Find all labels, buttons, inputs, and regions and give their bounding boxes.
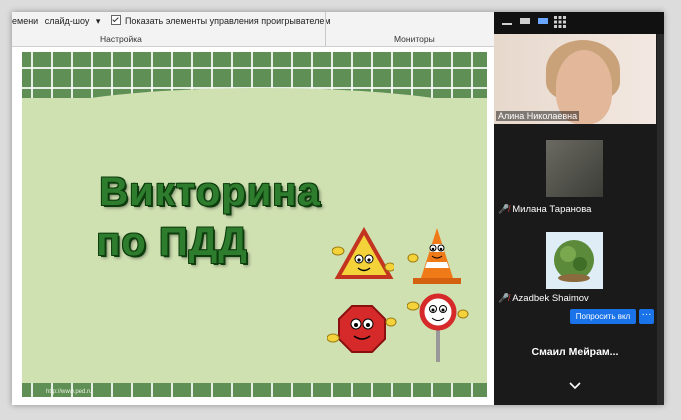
minimize-icon[interactable] xyxy=(502,23,512,25)
panel-scrollbar[interactable] xyxy=(657,34,664,405)
show-controls-checkbox[interactable]: Показать элементы управления проигрывате… xyxy=(110,15,335,26)
participant-name: Алина Николаевна xyxy=(496,111,580,121)
single-view-icon[interactable] xyxy=(520,18,530,24)
chevron-down-icon[interactable] xyxy=(567,380,583,392)
participants-panel: Алина Николаевна 🎤̸ Милана Таранова 🎤̸ Aza… xyxy=(494,12,664,405)
presentation-slide: Викторина по ПДД http://www.ped.ru xyxy=(22,52,487,397)
slide-title-line2: по ПДД xyxy=(96,220,248,264)
ribbon: емени слайд-шоу ▾ Показать элементы упра… xyxy=(12,12,494,47)
slide-footer-url: http://www.ped.ru xyxy=(46,389,93,395)
grid-view-icon[interactable] xyxy=(554,16,566,28)
group-monitors-label: Мониторы xyxy=(394,34,435,44)
screen-share-window: емени слайд-шоу ▾ Показать элементы упра… xyxy=(12,12,664,405)
checkbox-icon xyxy=(110,15,121,25)
group-divider xyxy=(325,12,326,46)
participant-avatar[interactable] xyxy=(546,232,603,289)
slideshow-dropdown[interactable]: слайд-шоу ▾ xyxy=(45,16,105,26)
participant-name-row: 🎤̸ Милана Таранова xyxy=(498,204,592,215)
slide-title-line1: Викторина xyxy=(99,170,321,214)
speaker-view-icon[interactable] xyxy=(538,18,548,24)
traffic-cone-icon xyxy=(407,228,461,284)
round-road-sign-icon xyxy=(407,293,469,362)
stop-sign-icon xyxy=(327,305,397,353)
mic-muted-icon: 🎤̸ xyxy=(498,293,510,303)
ribbon-row: емени слайд-шоу ▾ Показать элементы упра… xyxy=(12,15,339,27)
view-toolbar xyxy=(494,12,664,34)
more-options-button[interactable]: ··· xyxy=(639,309,654,324)
ask-to-unmute-button[interactable]: Попросить вкл xyxy=(570,309,636,324)
participant-avatar[interactable] xyxy=(546,140,603,197)
planet-avatar-icon xyxy=(554,240,594,282)
group-setup-label: Настройка xyxy=(100,34,142,44)
warning-sign-icon xyxy=(332,227,394,279)
ribbon-partial-label: емени xyxy=(12,16,39,26)
participant-name: Смаил Мейрам... xyxy=(531,346,619,358)
chevron-down-icon: ▾ xyxy=(95,16,101,26)
mic-muted-icon: 🎤̸ xyxy=(498,204,510,214)
participant-name-row: 🎤̸ Azadbek Shaimov xyxy=(498,293,589,304)
